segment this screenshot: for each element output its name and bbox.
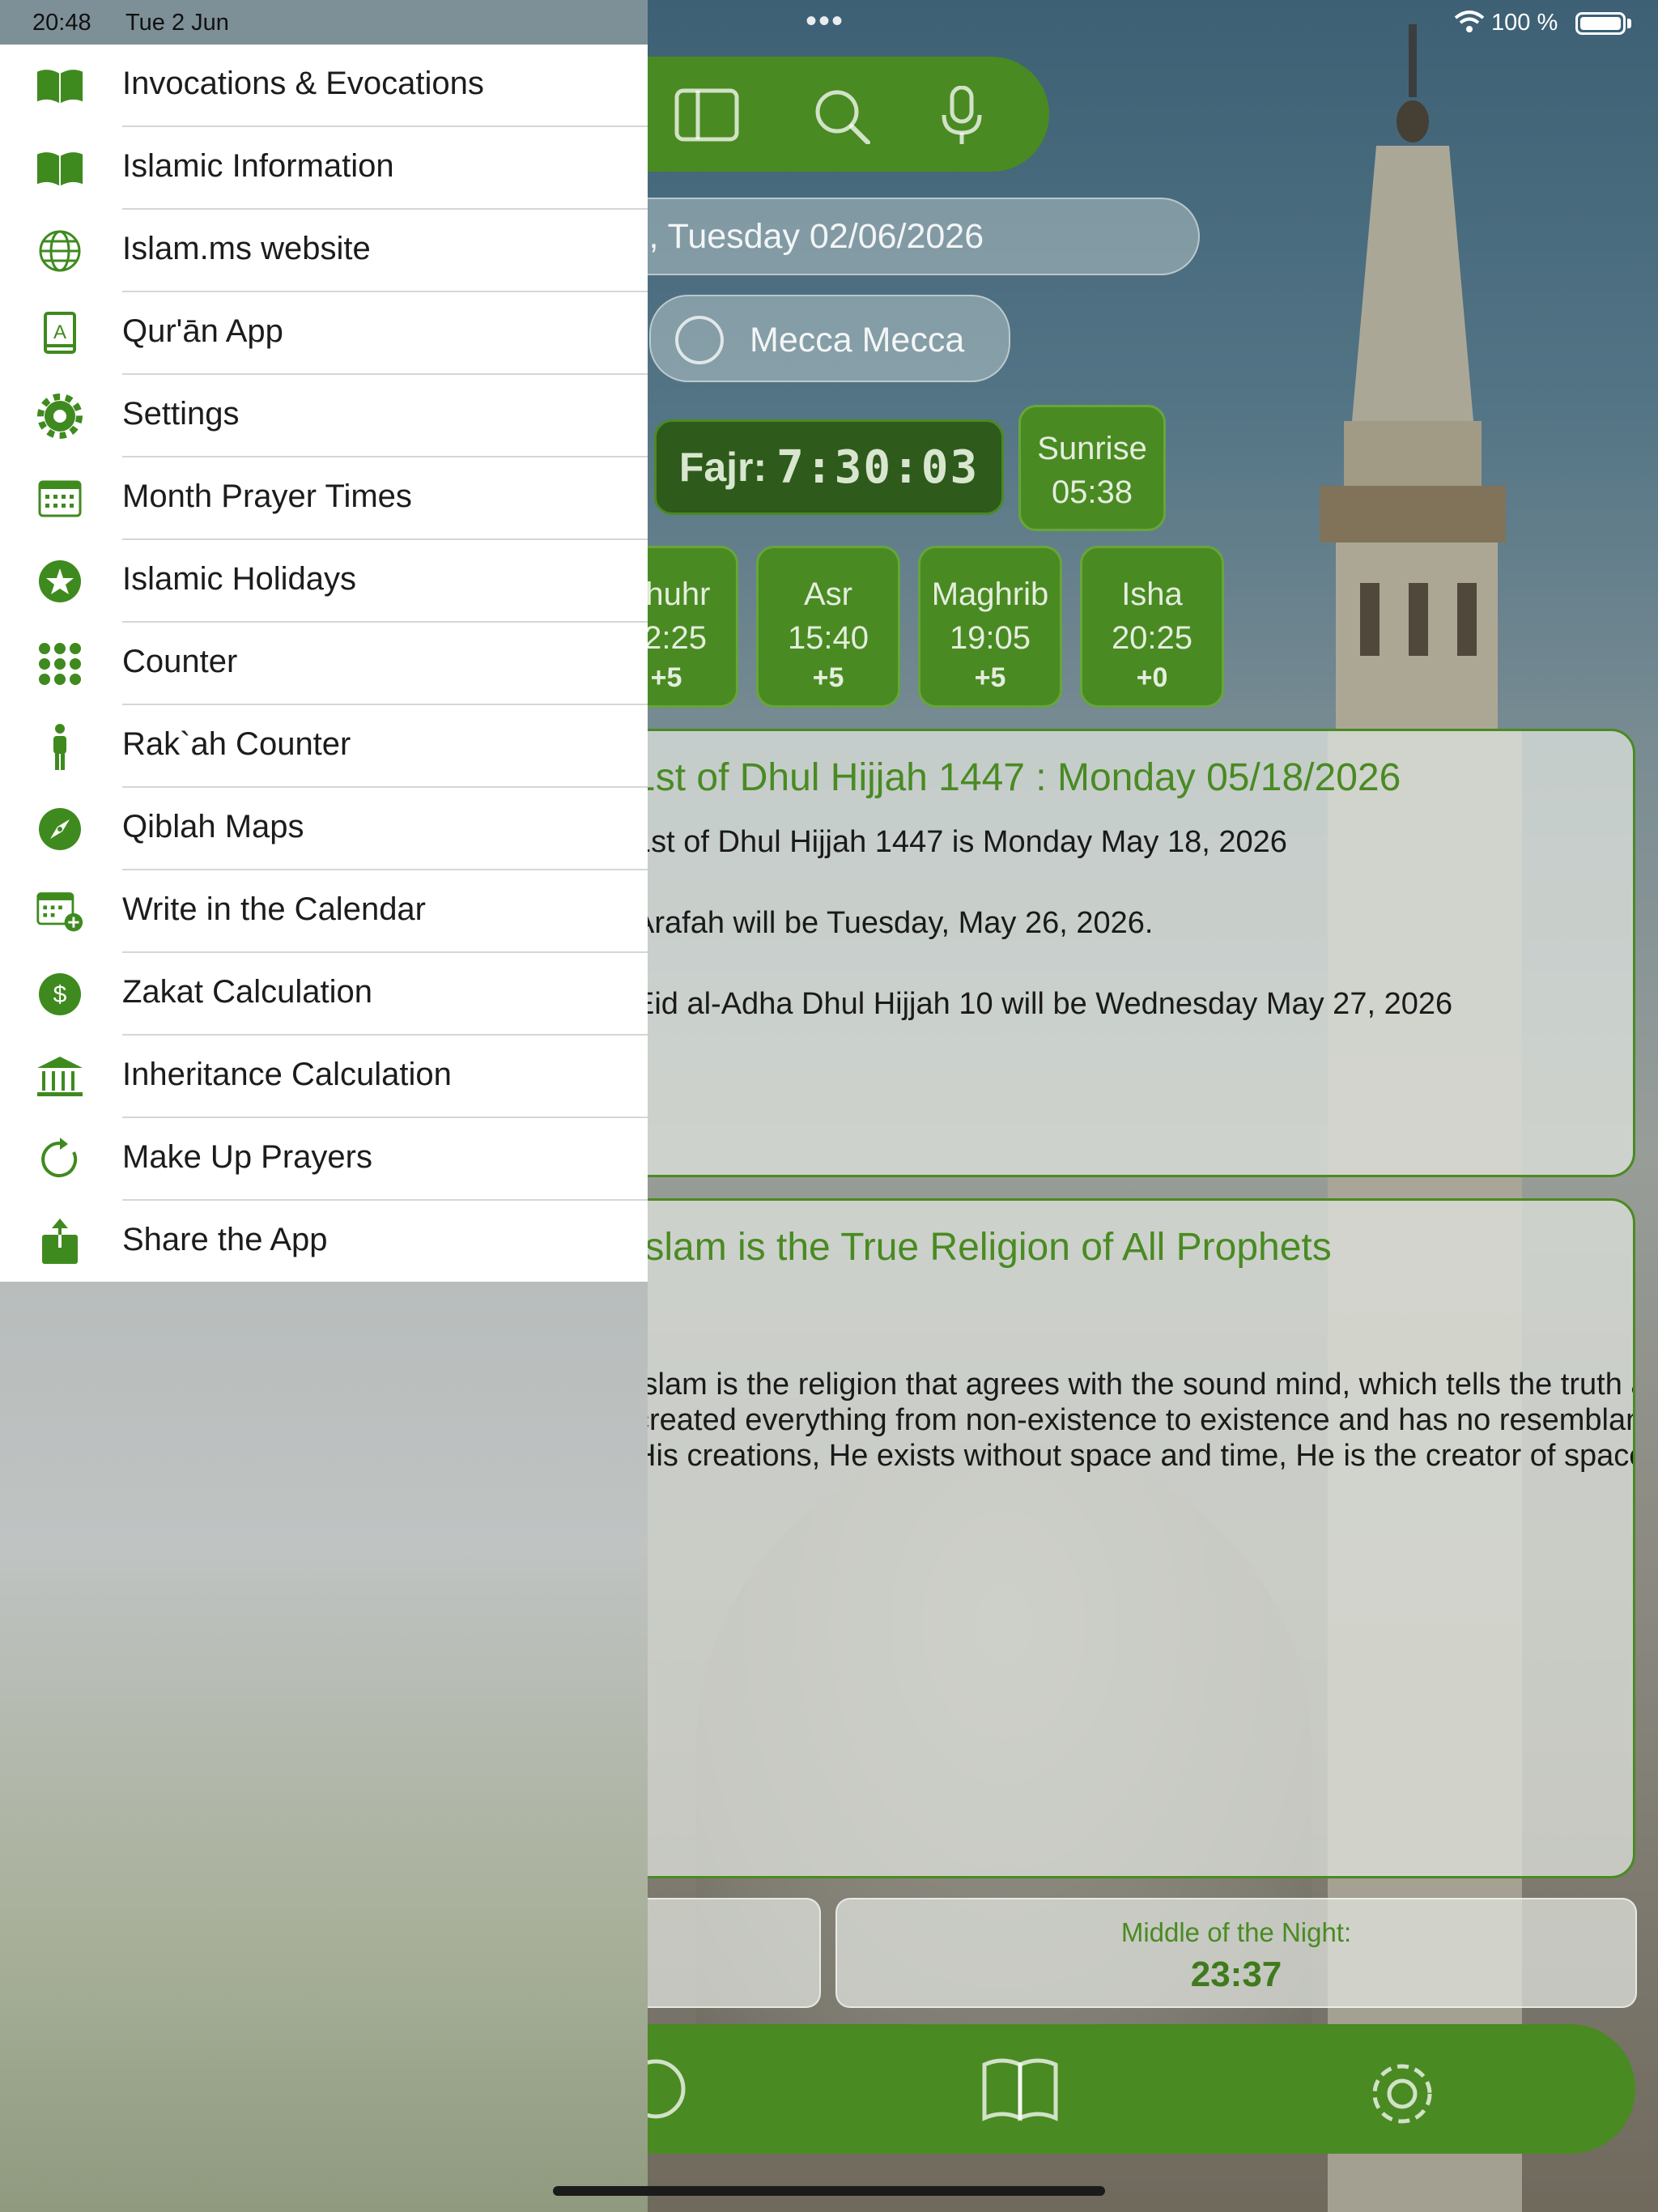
prayer-name: Sunrise (1037, 431, 1147, 466)
menu-item-label: Counter (122, 644, 238, 679)
person-icon (36, 724, 84, 770)
status-bar: 20:48 Tue 2 Jun ••• 100 % (0, 0, 1658, 45)
menu-item-label: Zakat Calculation (122, 974, 373, 1010)
gear-icon (36, 393, 84, 439)
menu-item-make-up-prayers[interactable]: Make Up Prayers (0, 1118, 648, 1201)
prayer-delta: +5 (974, 662, 1006, 693)
menu-item-qiblah-maps[interactable]: Qiblah Maps (0, 788, 648, 870)
prayer-time: 19:05 (949, 620, 1031, 656)
card-text-line: Islam is the religion that agrees with t… (634, 1368, 1633, 1402)
prayer-name: Asr (804, 576, 852, 612)
globe-icon (36, 230, 84, 272)
prayer-delta: +0 (1136, 662, 1168, 693)
prayer-tile-asr: Asr 15:40 +5 (756, 546, 900, 708)
calendar-add-icon (36, 891, 84, 932)
home-indicator[interactable] (553, 2186, 1105, 2196)
microphone-icon[interactable] (929, 86, 996, 144)
menu-item-label: Islam.ms website (122, 231, 371, 266)
battery-icon (1575, 12, 1626, 35)
location-pill[interactable]: Mecca Mecca (649, 295, 1010, 382)
card-text-line: Arafah will be Tuesday, May 26, 2026. (634, 906, 1154, 940)
open-book-icon (36, 148, 84, 189)
menu-item-label: Inheritance Calculation (122, 1057, 452, 1092)
bank-icon (36, 1057, 84, 1097)
hijri-date-text: Dhul Hijjah 1447, Tuesday 02/06/2026 (568, 217, 984, 256)
menu-item-label: Islamic Holidays (122, 561, 356, 597)
svg-text:$: $ (53, 981, 67, 1008)
eid-info-card[interactable]: 1st of Dhul Hijjah 1447 : Monday 05/18/2… (567, 729, 1635, 1177)
share-icon (36, 1219, 84, 1264)
menu-item-counter[interactable]: Counter (0, 623, 648, 705)
hijri-date-pill[interactable]: Dhul Hijjah 1447, Tuesday 02/06/2026 (567, 198, 1200, 275)
side-menu-drawer: Invocations & Evocations Islamic Informa… (0, 45, 648, 1282)
prayer-tile-sunrise: Sunrise 05:38 (1018, 405, 1166, 531)
menu-item-label: Settings (122, 396, 240, 432)
menu-item-label: Qiblah Maps (122, 809, 304, 844)
star-circle-icon (36, 560, 84, 602)
menu-item-invocations[interactable]: Invocations & Evocations (0, 45, 648, 127)
battery-tip (1627, 19, 1631, 28)
calendar-grid-icon (36, 479, 84, 519)
wifi-icon (1454, 11, 1485, 32)
menu-item-label: Share the App (122, 1222, 328, 1257)
menu-item-share-app[interactable]: Share the App (0, 1201, 648, 1283)
menu-item-label: Invocations & Evocations (122, 66, 484, 101)
svg-text:A: A (53, 321, 66, 343)
countdown-timer: 7:30:03 (776, 440, 980, 494)
prayer-tile-maghrib: Maghrib 19:05 +5 (918, 546, 1062, 708)
prayer-delta: +5 (812, 662, 844, 693)
menu-item-label: Rak`ah Counter (122, 726, 351, 762)
multitask-dots-icon[interactable]: ••• (806, 3, 844, 40)
menu-item-label: Month Prayer Times (122, 479, 412, 514)
menu-item-inheritance[interactable]: Inheritance Calculation (0, 1036, 648, 1118)
menu-item-write-calendar[interactable]: Write in the Calendar (0, 870, 648, 953)
menu-item-month-prayer-times[interactable]: Month Prayer Times (0, 457, 648, 540)
next-prayer-countdown: Fajr: 7:30:03 (654, 419, 1004, 515)
prayer-name: Isha (1121, 576, 1183, 612)
status-date: Tue 2 Jun (125, 10, 229, 36)
book-tab-icon[interactable] (980, 2057, 1061, 2121)
menu-item-islamic-holidays[interactable]: Islamic Holidays (0, 540, 648, 623)
menu-item-label: Write in the Calendar (122, 891, 426, 927)
menu-item-label: Make Up Prayers (122, 1139, 372, 1175)
prayer-time: 15:40 (787, 620, 869, 656)
compass-icon (36, 808, 84, 850)
search-icon[interactable] (810, 86, 876, 144)
middle-night-label: Middle of the Night: (1120, 1917, 1352, 1947)
settings-tab-icon[interactable] (1365, 2057, 1439, 2131)
menu-item-label: Islamic Information (122, 148, 394, 184)
prayer-name: Maghrib (931, 576, 1049, 612)
card-title: 1st of Dhul Hijjah 1447 : Monday 05/18/2… (634, 756, 1401, 799)
status-time: 20:48 (32, 10, 91, 36)
menu-item-quran-app[interactable]: A Qur'ān App (0, 292, 648, 375)
menu-item-zakat[interactable]: $ Zakat Calculation (0, 953, 648, 1036)
prayer-tile-isha: Isha 20:25 +0 (1080, 546, 1224, 708)
card-text-line: 1st of Dhul Hijjah 1447 is Monday May 18… (634, 825, 1287, 859)
dollar-circle-icon: $ (36, 973, 84, 1015)
next-prayer-label: Fajr: (678, 445, 767, 490)
sidebar-toggle-icon[interactable] (674, 86, 740, 144)
prayer-time: 20:25 (1111, 620, 1193, 656)
card-title: Islam is the True Religion of All Prophe… (634, 1226, 1332, 1269)
middle-night-card: Middle of the Night: 23:37 (835, 1898, 1637, 2008)
card-text-line: His creations, He exists without space a… (634, 1439, 1633, 1473)
open-book-icon (36, 66, 84, 106)
bottom-tab-bar (567, 2024, 1635, 2154)
menu-item-rakah-counter[interactable]: Rak`ah Counter (0, 705, 648, 788)
location-text: Mecca Mecca (750, 321, 965, 359)
menu-item-website[interactable]: Islam.ms website (0, 210, 648, 292)
card-text-line: created everything from non-existence to… (634, 1403, 1635, 1437)
menu-item-settings[interactable]: Settings (0, 375, 648, 457)
quran-book-icon: A (36, 312, 84, 354)
religion-article-card[interactable]: Islam is the True Religion of All Prophe… (567, 1198, 1635, 1878)
prayer-time: 05:38 (1051, 474, 1133, 510)
menu-item-label: Qur'ān App (122, 313, 283, 349)
dot-grid-icon (36, 643, 84, 685)
middle-night-time: 23:37 (1190, 1955, 1282, 1994)
card-text-line: Eid al-Adha Dhul Hijjah 10 will be Wedne… (634, 987, 1453, 1021)
menu-item-islamic-information[interactable]: Islamic Information (0, 127, 648, 210)
refresh-icon (36, 1138, 84, 1180)
location-arrow-icon (675, 316, 724, 364)
battery-percentage: 100 % (1491, 10, 1558, 36)
